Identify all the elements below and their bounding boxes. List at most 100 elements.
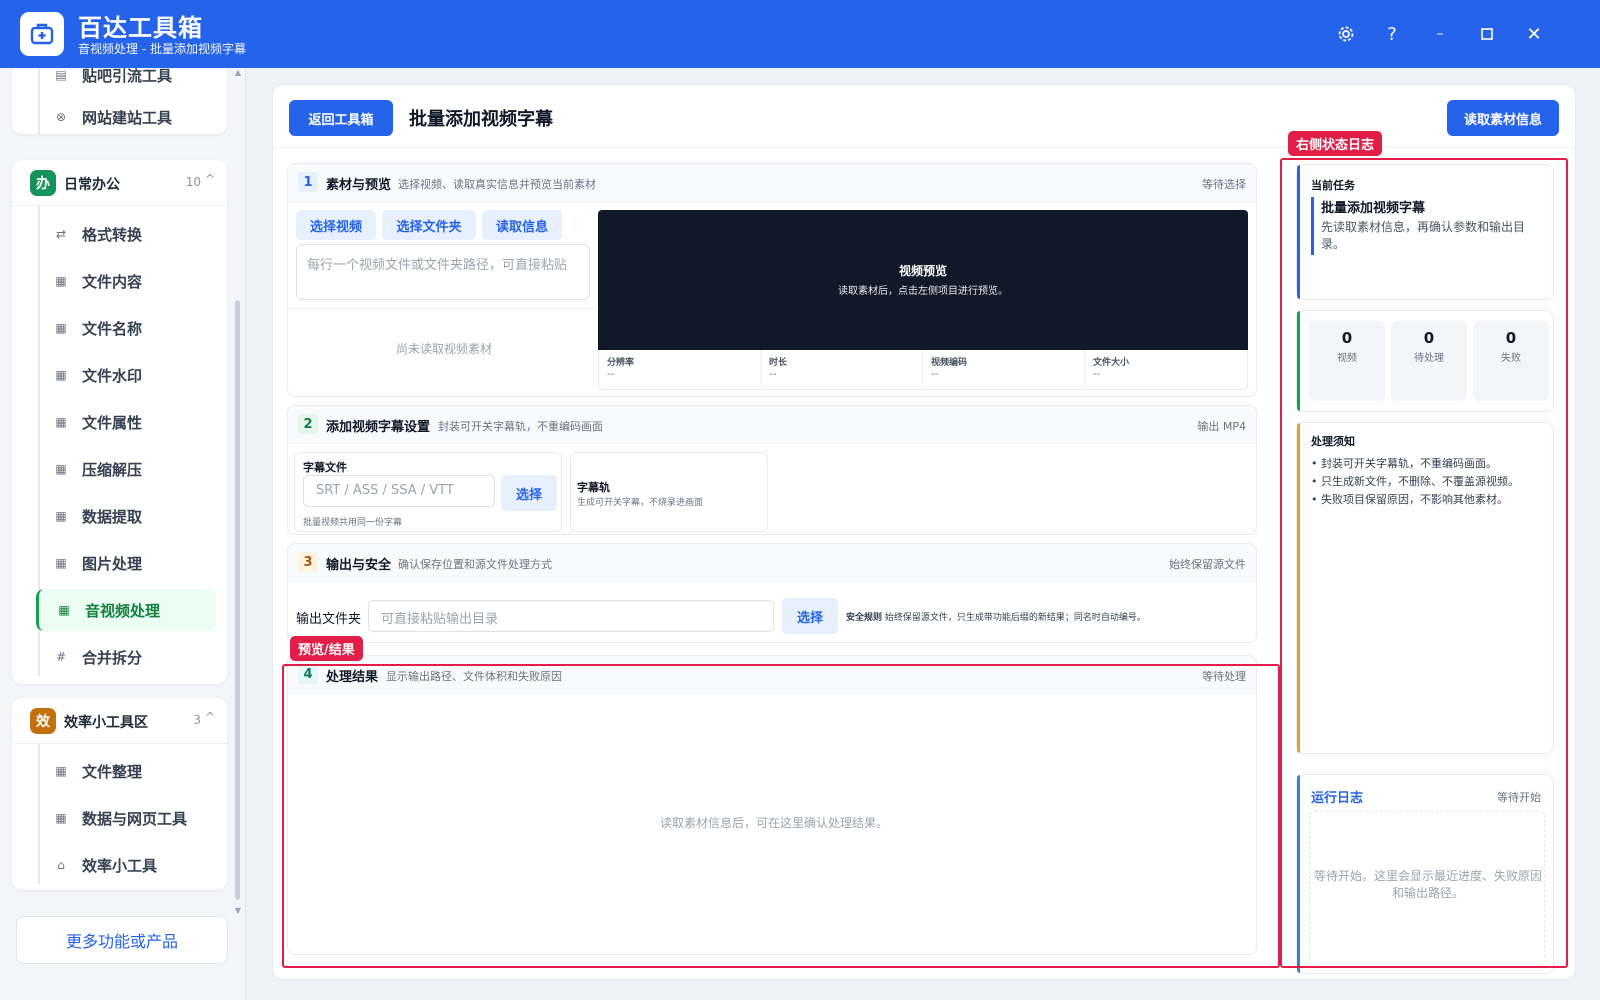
title-bar: 百达工具箱 音视频处理 - 批量添加视频字幕 ? – ✕ <box>0 0 1600 68</box>
sidebar-item-file-organize[interactable]: ▦ 文件整理 <box>36 750 216 792</box>
sidebar-group-top: ▤ 贴吧引流工具 ⊗ 网站建站工具 <box>12 68 227 134</box>
note-item: • 失败项目保留原因，不影响其他素材。 <box>1311 493 1508 506</box>
group-title: 效率小工具区 <box>64 715 148 731</box>
notes-card: 处理须知 • 封装可开关字幕轨，不重编码画面。 • 只生成新文件，不删除、不覆盖… <box>1296 422 1554 754</box>
sidebar-item-file-content[interactable]: ▦ 文件内容 <box>36 260 216 302</box>
group-count: 3 <box>193 713 201 727</box>
section-title: 输出与安全 <box>326 558 392 573</box>
meta-filesize: 文件大小 -- <box>1093 358 1130 380</box>
scroll-down-icon[interactable]: ▼ <box>234 906 242 915</box>
subtitle-note: 批量视频共用同一份字幕 <box>303 518 403 528</box>
empty-material-text: 尚未读取视频素材 <box>396 342 493 356</box>
chevron-up-icon[interactable]: ^ <box>205 172 215 186</box>
log-area[interactable]: 等待开始。这里会显示最近进度、失败原因和输出路径。 <box>1309 811 1545 967</box>
sidebar-group-office: 办 日常办公 10 ^ ⇄ 格式转换 ▦ 文件内容 ▦ 文件名称 ▦ 文件水印 … <box>12 160 227 684</box>
stat-videos: 0 视频 <box>1309 321 1385 401</box>
note-item: • 封装可开关字幕轨，不重编码画面。 <box>1311 457 1497 470</box>
close-icon[interactable]: ✕ <box>1518 18 1550 50</box>
section-status: 等待处理 <box>1202 670 1246 683</box>
grid-icon: ▦ <box>55 415 67 429</box>
section-output-safety: 3 输出与安全 确认保存位置和源文件处理方式 始终保留源文件 输出文件夹 可直接… <box>287 543 1257 643</box>
path-textarea[interactable]: 每行一个视频文件或文件夹路径，可直接粘贴 <box>296 244 590 300</box>
grid-icon: ▦ <box>55 811 67 825</box>
app-name: 百达工具箱 <box>78 14 203 42</box>
group-header-efficiency[interactable]: 效 效率小工具区 3 ^ <box>12 698 227 744</box>
task-title: 批量添加视频字幕 <box>1321 201 1426 216</box>
sidebar-item-format-convert[interactable]: ⇄ 格式转换 <box>36 213 216 255</box>
section-title: 添加视频字幕设置 <box>326 420 431 435</box>
section-desc: 显示输出路径、文件体积和失败原因 <box>386 670 562 683</box>
section-status: 始终保留源文件 <box>1169 558 1246 571</box>
sidebar-item-efficiency-tools[interactable]: ⌂ 效率小工具 <box>36 844 216 886</box>
chevron-up-icon[interactable]: ^ <box>205 710 215 724</box>
section-header: 4 处理结果 显示输出路径、文件体积和失败原因 等待处理 <box>288 656 1256 694</box>
sidebar-scrollbar[interactable]: ▲ ▼ <box>234 68 242 928</box>
stats-card: 0 视频 0 待处理 0 失败 <box>1296 310 1554 412</box>
current-task-card: 当前任务 批量添加视频字幕 先读取素材信息，再确认参数和输出目录。 <box>1296 164 1554 300</box>
sidebar-item-watermark[interactable]: ▦ 文件水印 <box>36 354 216 396</box>
subtitle-file-input[interactable]: SRT / ASS / SSA / VTT <box>303 475 495 507</box>
sidebar-item-data-web[interactable]: ▦ 数据与网页工具 <box>36 797 216 839</box>
gear-icon[interactable] <box>1330 18 1362 50</box>
read-info-button[interactable]: 读取信息 <box>482 210 562 240</box>
safety-rule-label: 安全规则 <box>846 613 883 623</box>
group-header-office[interactable]: 办 日常办公 10 ^ <box>12 160 227 206</box>
grid-icon: ▦ <box>55 274 67 288</box>
sidebar-item-image[interactable]: ▦ 图片处理 <box>36 542 216 584</box>
subtitle-track-card: 字幕轨 生成可开关字幕，不烧录进画面 <box>570 452 768 532</box>
group-badge: 办 <box>30 170 56 196</box>
grid-icon: ▦ <box>55 509 67 523</box>
choose-output-button[interactable]: 选择 <box>782 598 838 634</box>
log-status: 等待开始 <box>1497 791 1541 804</box>
safety-rule-text: 始终保留源文件，只生成带功能后缀的新结果；同名时自动编号。 <box>884 613 1146 623</box>
log-empty-text: 等待开始。这里会显示最近进度、失败原因和输出路径。 <box>1313 869 1542 900</box>
section-number: 3 <box>298 552 318 572</box>
scroll-up-icon[interactable]: ▲ <box>234 68 242 77</box>
page-title: 批量添加视频字幕 <box>409 109 553 130</box>
sidebar-item-data-extract[interactable]: ▦ 数据提取 <box>36 495 216 537</box>
help-icon[interactable]: ? <box>1376 18 1408 50</box>
section-desc: 选择视频、读取真实信息并预览当前素材 <box>398 178 596 191</box>
sidebar-item-compress[interactable]: ▦ 压缩解压 <box>36 448 216 490</box>
track-title: 字幕轨 <box>577 481 610 494</box>
maximize-icon[interactable] <box>1471 18 1503 50</box>
group-title: 日常办公 <box>64 177 120 193</box>
task-desc: 先读取素材信息，再确认参数和输出目录。 <box>1321 220 1526 251</box>
sidebar-item-website[interactable]: ⊗ 网站建站工具 <box>36 96 216 138</box>
sidebar-item-tieba[interactable]: ▤ 贴吧引流工具 <box>36 68 216 96</box>
section-desc: 封装可开关字幕轨，不重编码画面 <box>438 420 603 433</box>
read-material-info-button[interactable]: 读取素材信息 <box>1447 100 1559 136</box>
video-preview[interactable]: 视频预览 读取素材后，点击左侧项目进行预览。 <box>598 210 1248 350</box>
section-title: 处理结果 <box>326 670 379 685</box>
section-title: 素材与预览 <box>326 178 392 193</box>
track-desc: 生成可开关字幕，不烧录进画面 <box>577 498 704 508</box>
sidebar-item-audio-video[interactable]: ▦ 音视频处理 <box>36 589 216 631</box>
list-icon: ▤ <box>55 68 67 82</box>
sidebar-item-merge-split[interactable]: # 合并拆分 <box>36 636 216 678</box>
scrollbar-thumb[interactable] <box>235 300 240 900</box>
sidebar-item-file-attributes[interactable]: ▦ 文件属性 <box>36 401 216 443</box>
notes-title: 处理须知 <box>1311 435 1355 448</box>
preview-hint: 读取素材后，点击左侧项目进行预览。 <box>838 286 1008 297</box>
section-header: 2 添加视频字幕设置 封装可开关字幕轨，不重编码画面 输出 MP4 <box>288 406 1256 444</box>
choose-subtitle-button[interactable]: 选择 <box>501 475 557 511</box>
toolbox-icon: ⌂ <box>57 858 65 872</box>
more-products-button[interactable]: 更多功能或产品 <box>16 916 228 964</box>
swap-icon: ⇄ <box>55 227 67 241</box>
grid-icon: ▦ <box>55 764 67 778</box>
minimize-icon[interactable]: – <box>1424 18 1456 50</box>
back-to-toolbox-button[interactable]: 返回工具箱 <box>289 100 393 136</box>
results-empty-text: 读取素材信息后，可在这里确认处理结果。 <box>660 816 889 830</box>
output-folder-label: 输出文件夹 <box>296 612 362 627</box>
section-subtitle-settings: 2 添加视频字幕设置 封装可开关字幕轨，不重编码画面 输出 MP4 字幕文件 S… <box>287 405 1257 535</box>
run-log-card: 运行日志 等待开始 等待开始。这里会显示最近进度、失败原因和输出路径。 <box>1296 774 1554 974</box>
section-status: 输出 MP4 <box>1197 420 1246 433</box>
select-video-button[interactable]: 选择视频 <box>296 210 376 240</box>
stat-pending: 0 待处理 <box>1391 321 1467 401</box>
meta-duration: 时长 -- <box>761 350 923 386</box>
sidebar-item-file-name[interactable]: ▦ 文件名称 <box>36 307 216 349</box>
select-folder-button[interactable]: 选择文件夹 <box>382 210 476 240</box>
app-subtitle: 音视频处理 - 批量添加视频字幕 <box>78 42 246 56</box>
output-folder-input[interactable]: 可直接粘贴输出目录 <box>368 600 774 632</box>
grid-icon: ▦ <box>55 556 67 570</box>
